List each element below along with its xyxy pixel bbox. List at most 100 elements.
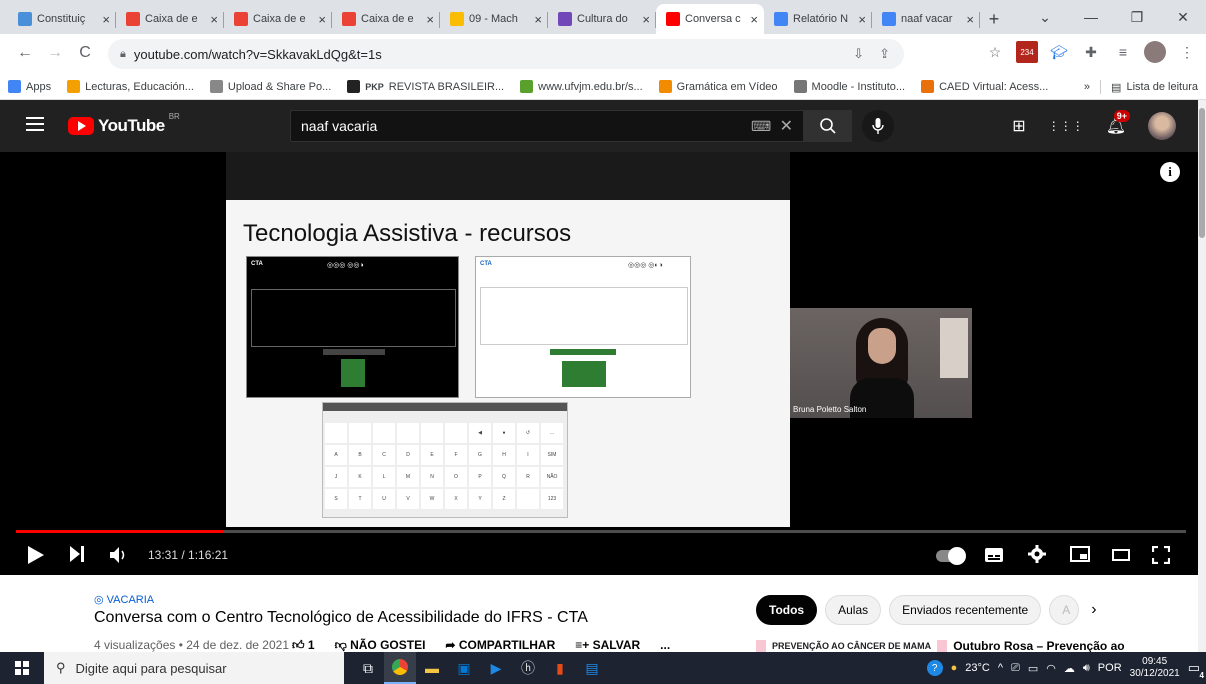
browser-tab[interactable]: Cultura do × xyxy=(548,4,656,34)
tab-close-icon[interactable]: × xyxy=(318,12,326,27)
browser-tab[interactable]: 09 - Mach × xyxy=(440,4,548,34)
youtube-logo[interactable]: YouTube BR xyxy=(68,112,180,136)
bookmark-item[interactable]: Gramática em Vídeo xyxy=(658,80,778,93)
bookmark-item[interactable]: Apps xyxy=(8,80,51,93)
more-actions-button[interactable]: ... xyxy=(660,638,670,653)
filter-chip[interactable]: Aulas xyxy=(825,595,882,625)
autoplay-toggle[interactable] xyxy=(936,547,966,565)
help-icon[interactable]: ? xyxy=(926,660,943,676)
tab-close-icon[interactable]: × xyxy=(966,12,974,27)
minimize-button[interactable]: — xyxy=(1068,0,1114,34)
keyboard-icon[interactable]: ⌨ xyxy=(751,118,771,134)
reload-button[interactable]: C xyxy=(72,44,98,62)
restore-button[interactable]: ❐ xyxy=(1114,0,1160,34)
next-icon[interactable] xyxy=(70,546,84,567)
tab-close-icon[interactable]: × xyxy=(750,12,758,27)
browser-tab[interactable]: Caixa de e × xyxy=(224,4,332,34)
forward-button[interactable]: → xyxy=(42,44,68,62)
more-bookmarks-button[interactable]: » xyxy=(1084,81,1090,93)
tab-search-icon[interactable]: ⌄ xyxy=(1022,0,1068,34)
url-field[interactable]: 🔒︎ youtube.com/watch?v=SkkavakLdQg&t=1s … xyxy=(108,39,904,69)
volume-icon[interactable] xyxy=(110,546,130,569)
filter-chip[interactable]: A xyxy=(1049,595,1080,625)
filter-chip[interactable]: Todos xyxy=(756,595,818,625)
reading-list-button[interactable]: ▤ Lista de leitura xyxy=(1111,81,1198,94)
bookmark-item[interactable]: CAED Virtual: Acess... xyxy=(921,80,1048,93)
browser-tab[interactable]: Constituiç × xyxy=(8,4,116,34)
star-bookmark-icon[interactable]: ☆ xyxy=(984,41,1006,63)
info-icon[interactable]: i xyxy=(1160,162,1180,182)
share-button[interactable]: ➦ COMPARTILHAR xyxy=(445,638,555,653)
search-input[interactable]: naaf vacaria ⌨ ✕ xyxy=(290,110,804,142)
hamburger-menu-icon[interactable] xyxy=(26,117,44,131)
chevron-right-icon[interactable]: › xyxy=(1087,601,1096,619)
browser-tab[interactable]: Caixa de e × xyxy=(332,4,440,34)
taskbar-search-box[interactable]: ⚲ Digite aqui para pesquisar xyxy=(44,652,344,684)
speaker-icon[interactable]: 🔊︎ xyxy=(1083,662,1090,675)
page-scrollbar[interactable] xyxy=(1198,100,1206,652)
profile-avatar-icon[interactable] xyxy=(1144,41,1166,63)
notification-center-icon[interactable]: ▭ 4 xyxy=(1188,660,1204,680)
theater-mode-icon[interactable] xyxy=(1112,548,1130,566)
menu-kebab-icon[interactable]: ⋮ xyxy=(1176,41,1198,63)
create-video-icon[interactable]: ⊞ xyxy=(1012,116,1025,136)
tab-close-icon[interactable]: × xyxy=(642,12,650,27)
recommendation-item[interactable]: PREVENÇÃO AO CÂNCER DE MAMA Outubro Rosa… xyxy=(756,639,1125,653)
battery-icon[interactable]: ▭ xyxy=(1028,662,1038,675)
windows-start-button[interactable] xyxy=(0,652,44,684)
back-button[interactable]: ← xyxy=(12,44,38,62)
file-explorer-icon[interactable]: ▬ xyxy=(416,652,448,684)
weather-temp[interactable]: 23°C xyxy=(965,662,990,674)
bookmark-item[interactable]: Upload & Share Po... xyxy=(209,80,331,93)
filter-chip[interactable]: Enviados recentemente xyxy=(889,595,1042,625)
share-icon[interactable]: ⇪ xyxy=(879,46,890,62)
save-button[interactable]: ≡+ SALVAR xyxy=(575,638,640,653)
bookmark-item[interactable]: Lecturas, Educación... xyxy=(67,80,194,93)
new-tab-button[interactable]: + xyxy=(980,4,1008,34)
tab-close-icon[interactable]: × xyxy=(102,12,110,27)
like-button[interactable]: 👍︎ 1 xyxy=(292,638,315,653)
close-window-button[interactable]: ✕ xyxy=(1160,0,1206,34)
tab-close-icon[interactable]: × xyxy=(210,12,218,27)
browser-tab[interactable]: Conversa c × xyxy=(656,4,764,34)
fullscreen-icon[interactable] xyxy=(1151,545,1171,569)
chevron-up-icon[interactable]: ^ xyxy=(998,662,1003,674)
calendar-extension-icon[interactable]: 234 xyxy=(1016,41,1038,63)
task-view-icon[interactable]: ⧉ xyxy=(352,652,384,684)
settings-gear-icon[interactable] xyxy=(1028,545,1046,568)
cloud-icon[interactable]: ☁ xyxy=(1064,662,1075,675)
hp-app-icon[interactable]: ⓗ xyxy=(512,652,544,684)
account-avatar[interactable] xyxy=(1148,112,1176,140)
reading-list-icon[interactable]: ≡ xyxy=(1112,41,1134,63)
clear-search-icon[interactable]: ✕ xyxy=(780,116,793,136)
bookmark-item[interactable]: www.ufvjm.edu.br/s... xyxy=(520,80,643,93)
language-indicator[interactable]: POR xyxy=(1098,662,1122,674)
bookmark-item[interactable]: PKP REVISTA BRASILEIR... xyxy=(347,80,504,93)
miniplayer-icon[interactable] xyxy=(1070,546,1090,567)
progress-bar[interactable] xyxy=(16,530,1186,533)
puzzle-extensions-icon[interactable]: ✚ xyxy=(1080,41,1102,63)
taskbar-clock[interactable]: 09:45 30/12/2021 xyxy=(1130,656,1180,680)
notifications-bell-icon[interactable]: 🔔︎ 9+ xyxy=(1106,110,1130,136)
browser-tab[interactable]: Relatório N × xyxy=(764,4,872,34)
graduation-cap-extension-icon[interactable]: 🎓︎ xyxy=(1048,41,1070,63)
search-button[interactable] xyxy=(804,110,852,142)
store-icon[interactable]: ▣ xyxy=(448,652,480,684)
dislike-button[interactable]: 👎︎ NÃO GOSTEI xyxy=(335,638,426,653)
chrome-app-icon[interactable] xyxy=(384,652,416,684)
office-icon[interactable]: ▮ xyxy=(544,652,576,684)
install-app-icon[interactable]: ⇩ xyxy=(853,46,864,62)
play-icon[interactable] xyxy=(28,546,44,569)
wifi-icon[interactable]: ◠ xyxy=(1046,662,1056,675)
meet-now-icon[interactable]: ⎚ xyxy=(1011,662,1020,675)
media-player-icon[interactable]: ▶ xyxy=(480,652,512,684)
video-player[interactable]: Tecnologia Assistiva - recursos CTA ◎◎◎ … xyxy=(0,152,1198,575)
bookmark-item[interactable]: Moodle - Instituto... xyxy=(793,80,905,93)
tab-close-icon[interactable]: × xyxy=(426,12,434,27)
browser-tab[interactable]: naaf vacar × xyxy=(872,4,980,34)
tab-close-icon[interactable]: × xyxy=(858,12,866,27)
browser-tab[interactable]: Caixa de e × xyxy=(116,4,224,34)
location-hashtag[interactable]: ◎ VACARIA xyxy=(94,593,154,606)
subtitles-icon[interactable] xyxy=(984,546,1004,569)
document-app-icon[interactable]: ▤ xyxy=(576,652,608,684)
